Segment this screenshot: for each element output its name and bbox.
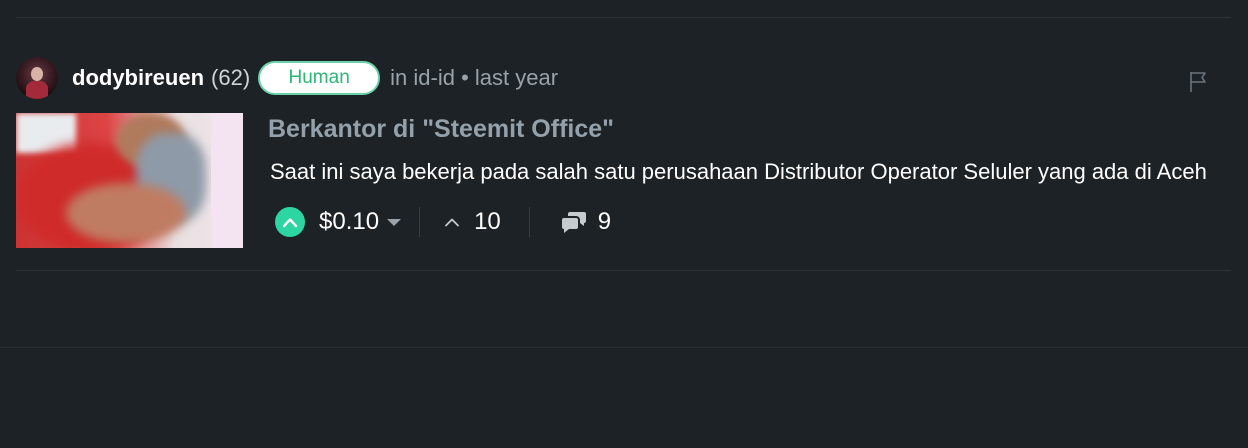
thumb-shape	[211, 113, 243, 248]
meta-prefix: in	[390, 65, 408, 90]
action-divider	[419, 207, 421, 237]
chevron-up-icon	[445, 218, 459, 227]
avatar-body	[26, 81, 48, 99]
post-thumbnail[interactable]	[16, 113, 243, 248]
thumb-shape	[66, 183, 186, 243]
post-feed: dodybireuen (62) Human in id-id • last y…	[0, 0, 1248, 448]
caret-down-icon[interactable]	[387, 218, 402, 226]
author-name[interactable]: dodybireuen	[72, 65, 204, 91]
human-badge: Human	[258, 61, 381, 95]
payout-value[interactable]: $0.10	[319, 208, 379, 236]
votes-count: 10	[474, 208, 501, 235]
upvote-button[interactable]	[275, 207, 305, 237]
action-divider	[528, 207, 530, 237]
author-avatar[interactable]	[16, 57, 58, 99]
votes-button[interactable]: 10	[444, 208, 501, 236]
post-actions: $0.10 10 9	[275, 204, 611, 240]
community-link[interactable]: id-id	[413, 65, 455, 90]
divider	[16, 17, 1231, 18]
meta-separator: •	[461, 65, 469, 90]
author-reputation: (62)	[211, 65, 251, 90]
comments-count: 9	[597, 208, 612, 235]
post-time: last year	[474, 65, 559, 90]
flag-icon[interactable]	[1188, 71, 1208, 93]
post-excerpt[interactable]: Saat ini saya bekerja pada salah satu pe…	[270, 159, 1228, 185]
avatar-face	[31, 67, 43, 81]
post-title[interactable]: Berkantor di "Steemit Office"	[268, 115, 614, 144]
divider	[0, 347, 1248, 348]
comments-button[interactable]: 9	[560, 208, 611, 236]
divider	[16, 270, 1231, 271]
chat-bubbles-icon	[561, 212, 586, 233]
post-meta: in id-id • last year	[390, 65, 558, 91]
chevron-up-icon	[282, 218, 298, 228]
post-header: dodybireuen (62) Human in id-id • last y…	[16, 56, 558, 100]
